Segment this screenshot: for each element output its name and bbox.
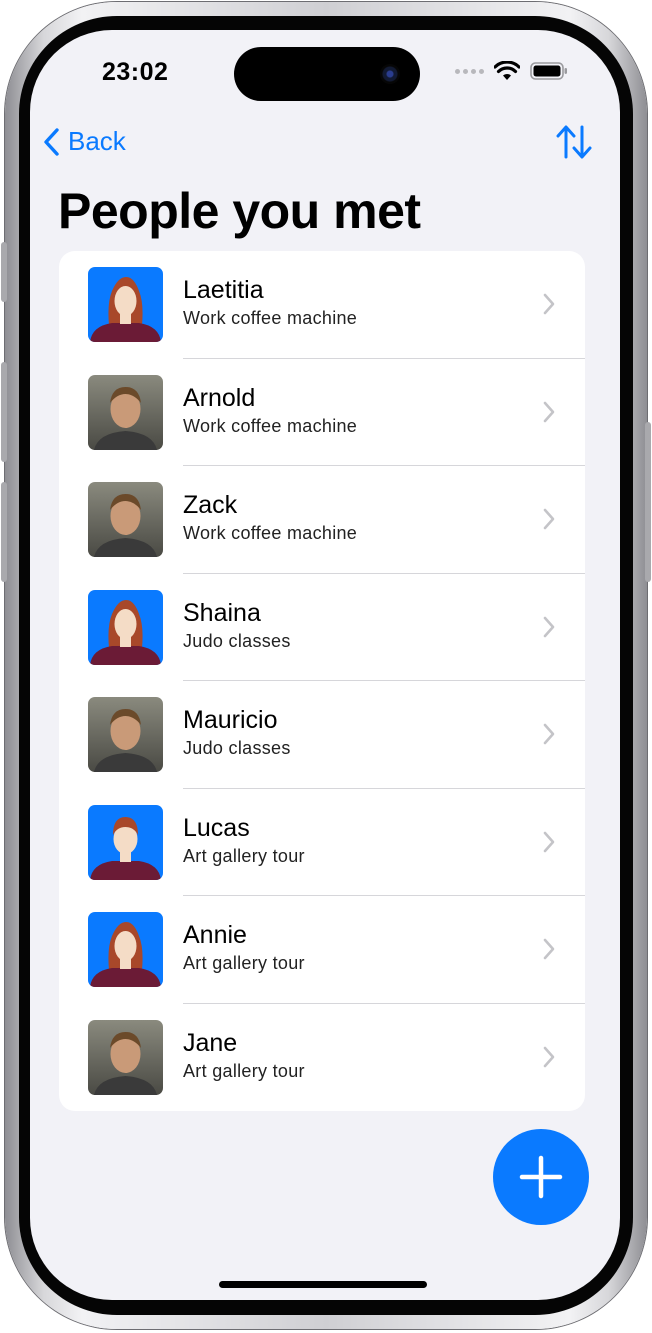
person-place: Art gallery tour xyxy=(183,953,305,973)
back-button[interactable]: Back xyxy=(42,126,126,157)
volume-up-button xyxy=(1,362,7,462)
person-place: Art gallery tour xyxy=(183,1060,305,1081)
person-texts: Zack Work coffee machine xyxy=(183,490,357,546)
plus-icon xyxy=(519,1155,563,1199)
sort-arrows-icon xyxy=(556,125,592,159)
person-row[interactable]: Annie Art gallery tour xyxy=(59,896,585,1004)
dynamic-island xyxy=(234,47,420,101)
person-name: Jane xyxy=(183,1028,238,1057)
chevron-left-icon xyxy=(44,127,59,156)
person-row[interactable]: Shaina Judo classes xyxy=(59,574,585,681)
chevron-right-icon xyxy=(543,1046,555,1067)
person-texts: Mauricio Judo classes xyxy=(183,705,291,761)
person-place: Judo classes xyxy=(183,738,291,758)
person-name: Mauricio xyxy=(183,706,278,734)
person-place: Art gallery tour xyxy=(183,845,305,866)
person-row[interactable]: Mauricio Judo classes xyxy=(59,681,585,789)
page-title: People you met xyxy=(58,183,421,239)
avatar xyxy=(88,697,163,772)
wifi-icon xyxy=(494,61,520,80)
chevron-right-icon xyxy=(543,293,555,315)
person-name: Laetitia xyxy=(183,276,264,304)
volume-down-button xyxy=(1,482,7,582)
avatar xyxy=(88,482,163,557)
avatar xyxy=(88,804,163,880)
home-indicator[interactable] xyxy=(219,1281,427,1288)
avatar xyxy=(88,589,163,665)
person-name: Zack xyxy=(183,491,238,519)
person-texts: Lucas Art gallery tour xyxy=(183,813,305,869)
person-name: Arnold xyxy=(183,383,256,412)
person-texts: Shaina Judo classes xyxy=(183,598,291,654)
action-button xyxy=(1,242,7,302)
person-name: Lucas xyxy=(183,813,250,842)
screen: 23:02 Back People you met Laetitia Work c… xyxy=(30,30,620,1300)
battery-icon xyxy=(530,62,567,80)
person-texts: Jane Art gallery tour xyxy=(183,1028,305,1084)
person-row[interactable]: Lucas Art gallery tour xyxy=(59,789,585,896)
person-row[interactable]: Zack Work coffee machine xyxy=(59,466,585,574)
people-list: Laetitia Work coffee machine Arnold Work co… xyxy=(59,251,585,1111)
back-label: Back xyxy=(68,126,126,156)
status-time: 23:02 xyxy=(102,58,169,86)
person-row[interactable]: Arnold Work coffee machine xyxy=(59,359,585,466)
chevron-right-icon xyxy=(543,616,555,637)
person-row[interactable]: Laetitia Work coffee machine xyxy=(59,251,585,359)
sort-button[interactable] xyxy=(554,124,594,165)
avatar xyxy=(88,374,163,450)
add-person-button[interactable] xyxy=(493,1129,589,1225)
avatar xyxy=(88,912,163,987)
person-name: Shaina xyxy=(183,598,261,627)
cellular-signal-icon xyxy=(455,68,484,74)
person-name: Annie xyxy=(183,921,247,949)
person-texts: Laetitia Work coffee machine xyxy=(183,275,357,331)
person-place: Work coffee machine xyxy=(183,308,358,328)
person-texts: Arnold Work coffee machine xyxy=(183,383,357,439)
camera-icon xyxy=(380,64,400,84)
chevron-right-icon xyxy=(543,831,555,852)
person-place: Work coffee machine xyxy=(183,523,358,543)
status-indicators xyxy=(455,61,568,81)
chevron-right-icon xyxy=(543,723,555,745)
power-button xyxy=(645,422,651,582)
chevron-right-icon xyxy=(543,938,555,960)
person-place: Judo classes xyxy=(183,630,291,651)
person-texts: Annie Art gallery tour xyxy=(183,920,305,976)
chevron-right-icon xyxy=(543,508,555,530)
avatar xyxy=(88,1019,163,1095)
avatar xyxy=(88,267,163,342)
person-row[interactable]: Jane Art gallery tour xyxy=(59,1004,585,1112)
chevron-right-icon xyxy=(543,401,555,422)
person-place: Work coffee machine xyxy=(183,415,358,436)
